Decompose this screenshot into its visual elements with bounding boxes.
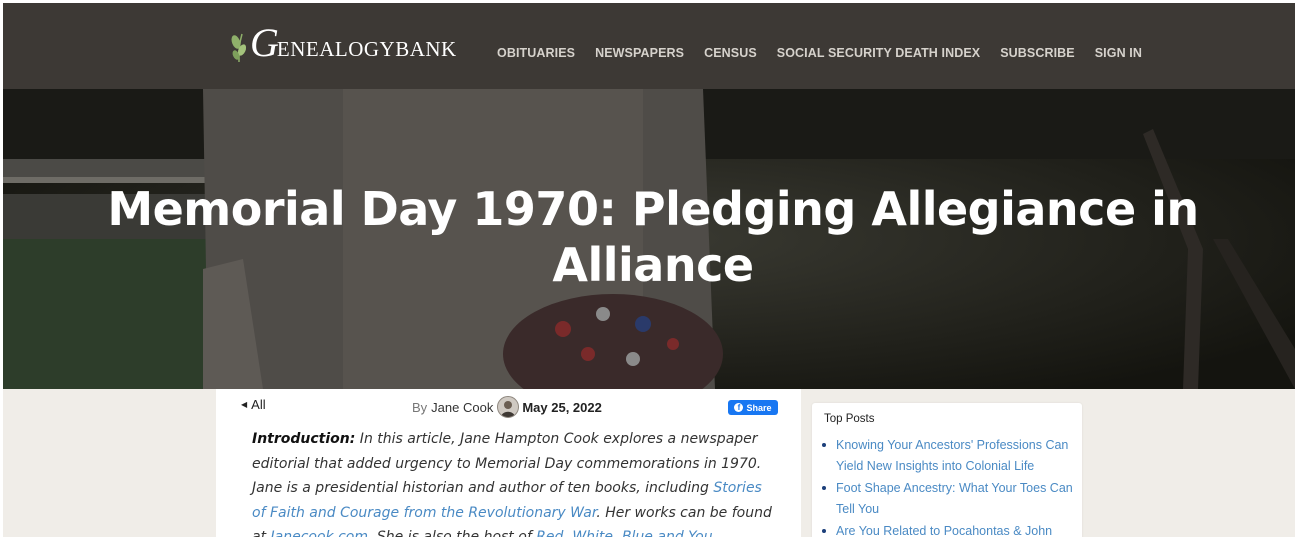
top-posts-heading: Top Posts xyxy=(824,413,875,425)
hero-banner: Memorial Day 1970: Pledging Allegiance i… xyxy=(3,89,1295,389)
share-label: Share xyxy=(746,402,772,413)
nav-obituaries[interactable]: OBITUARIES xyxy=(497,46,575,60)
list-item: Are You Related to Pocahontas & John xyxy=(822,521,1074,537)
top-post-link[interactable]: Knowing Your Ancestors' Professions Can … xyxy=(836,438,1068,473)
top-posts-list: Knowing Your Ancestors' Professions Can … xyxy=(812,435,1074,537)
page-frame: G ENEALOGYBANK OBITUARIES NEWSPAPERS CEN… xyxy=(3,3,1295,537)
nav-census[interactable]: CENSUS xyxy=(704,46,757,60)
publish-date: May 25, 2022 xyxy=(522,399,602,415)
list-item: Knowing Your Ancestors' Professions Can … xyxy=(822,435,1074,476)
left-triangle-icon: ◀ xyxy=(241,400,248,409)
nav-sign-in[interactable]: SIGN IN xyxy=(1095,46,1142,60)
page-title: Memorial Day 1970: Pledging Allegiance i… xyxy=(107,182,1199,292)
intro-text-3: . She is also the host of xyxy=(368,529,537,537)
logo-wordmark: ENEALOGYBANK xyxy=(276,36,457,61)
back-label: All xyxy=(251,397,266,412)
article-intro: Introduction: In this article, Jane Hamp… xyxy=(252,427,772,537)
author-avatar xyxy=(497,396,520,418)
logo-initial: G xyxy=(250,20,279,65)
nav-newspapers[interactable]: NEWSPAPERS xyxy=(595,46,684,60)
facebook-share-button[interactable]: f Share xyxy=(728,400,778,415)
author-name[interactable]: Jane Cook xyxy=(431,400,493,415)
list-item: Foot Shape Ancestry: What Your Toes Can … xyxy=(822,478,1074,519)
top-post-link[interactable]: Foot Shape Ancestry: What Your Toes Can … xyxy=(836,481,1073,516)
by-label: By xyxy=(412,399,428,415)
site-header: G ENEALOGYBANK OBITUARIES NEWSPAPERS CEN… xyxy=(3,3,1295,89)
leaf-icon xyxy=(231,33,247,63)
genealogybank-logo[interactable]: G ENEALOGYBANK xyxy=(230,21,457,71)
article-card: ◀ All By Jane Cook May 25, 2022 f Share … xyxy=(216,389,801,537)
podcast-link[interactable]: Red, White, Blue and You xyxy=(536,529,712,537)
intro-label: Introduction: xyxy=(252,431,356,447)
facebook-icon: f xyxy=(734,403,744,412)
top-post-link[interactable]: Are You Related to Pocahontas & John xyxy=(836,524,1052,537)
website-link[interactable]: Janecook.com xyxy=(271,529,368,537)
top-posts-widget: Top Posts Knowing Your Ancestors' Profes… xyxy=(812,403,1082,537)
nav-subscribe[interactable]: SUBSCRIBE xyxy=(1000,46,1075,60)
back-to-all-link[interactable]: ◀ All xyxy=(241,397,266,412)
article-byline: By Jane Cook May 25, 2022 xyxy=(412,396,602,418)
main-nav: OBITUARIES NEWSPAPERS CENSUS SOCIAL SECU… xyxy=(497,46,1142,60)
nav-ssdi[interactable]: SOCIAL SECURITY DEATH INDEX xyxy=(777,46,980,60)
